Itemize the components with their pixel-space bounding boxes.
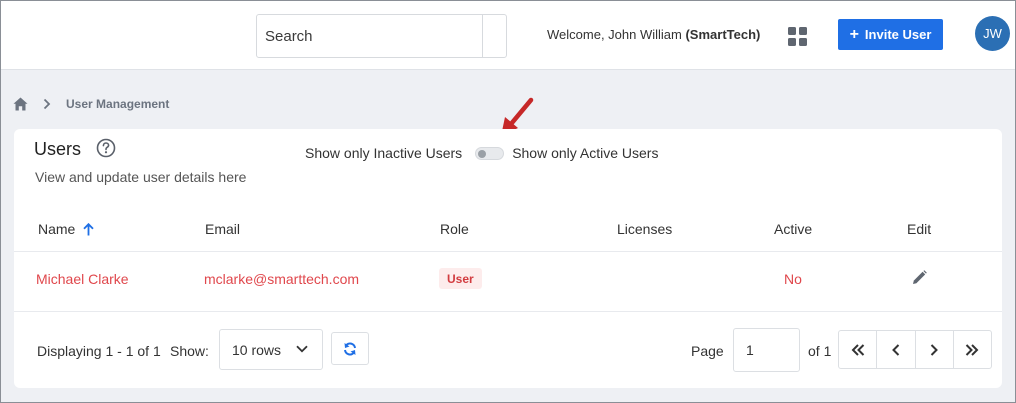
previous-page-button[interactable] — [877, 331, 916, 368]
table-footer-divider — [14, 311, 1002, 312]
chevron-right-icon — [43, 98, 51, 110]
displaying-count: Displaying 1 - 1 of 1 — [37, 343, 161, 359]
pagination-controls — [838, 330, 992, 369]
chevron-left-icon — [891, 343, 900, 356]
rows-per-page-select[interactable]: 10 rows — [219, 329, 323, 370]
column-header-active-label: Active — [774, 221, 813, 237]
edit-pencil-icon[interactable] — [912, 270, 927, 285]
cell-name[interactable]: Michael Clarke — [36, 271, 129, 287]
chevron-down-icon — [296, 345, 308, 353]
welcome-name: Welcome, John William — [547, 27, 686, 42]
invite-user-label: Invite User — [864, 27, 932, 42]
switch-knob — [478, 149, 487, 158]
refresh-icon — [343, 341, 357, 356]
table-header-divider — [14, 251, 1002, 252]
page-label: Page — [691, 343, 724, 359]
plus-icon: + — [849, 25, 859, 43]
column-header-active: Active — [774, 221, 812, 237]
column-header-licenses-label: Licenses — [617, 221, 673, 237]
column-header-email-label: Email — [205, 221, 241, 237]
avatar-initials: JW — [983, 26, 1002, 41]
column-header-role: Role — [440, 221, 469, 237]
avatar[interactable]: JW — [975, 16, 1010, 51]
column-header-licenses: Licenses — [617, 221, 672, 237]
top-bar: Welcome, John William (SmartTech) + Invi… — [1, 1, 1015, 70]
chevrons-right-icon — [965, 343, 979, 356]
column-header-role-label: Role — [440, 221, 469, 237]
users-card: Users View and update user details here … — [14, 129, 1002, 388]
cell-email: mclarke@smarttech.com — [204, 271, 360, 287]
column-header-name[interactable]: Name — [38, 221, 95, 237]
page-subtitle: View and update user details here — [35, 169, 247, 185]
role-badge: User — [439, 268, 482, 289]
toggle-right-label: Show only Active Users — [512, 145, 659, 161]
help-icon[interactable] — [96, 138, 116, 158]
next-page-button[interactable] — [916, 331, 954, 368]
column-header-name-label: Name — [38, 221, 76, 237]
search-input[interactable] — [257, 15, 483, 57]
chevron-right-icon — [930, 343, 939, 356]
grid-icon[interactable] — [788, 27, 807, 46]
first-page-button[interactable] — [839, 331, 878, 368]
breadcrumb: User Management — [13, 96, 169, 112]
welcome-org: (SmartTech) — [685, 27, 761, 42]
active-filter-toggle-row: Show only Inactive Users Show only Activ… — [305, 144, 658, 162]
search-box[interactable] — [256, 14, 507, 58]
breadcrumb-current: User Management — [66, 97, 170, 111]
sort-ascending-icon[interactable] — [83, 222, 95, 236]
search-divider — [482, 15, 483, 57]
active-filter-switch[interactable] — [475, 146, 505, 160]
last-page-button[interactable] — [954, 331, 991, 368]
home-icon[interactable] — [13, 97, 28, 111]
page-total: of 1 — [808, 343, 832, 359]
page-title: Users — [34, 139, 82, 159]
welcome-text: Welcome, John William (SmartTech) — [547, 27, 760, 42]
chevrons-left-icon — [851, 343, 865, 356]
page-number-input[interactable] — [733, 328, 800, 372]
refresh-button[interactable] — [331, 332, 369, 365]
column-header-edit: Edit — [907, 221, 931, 237]
toggle-left-label: Show only Inactive Users — [305, 145, 463, 161]
cell-active: No — [784, 271, 802, 287]
show-label: Show: — [170, 343, 209, 359]
column-header-email: Email — [205, 221, 240, 237]
column-header-edit-label: Edit — [907, 221, 932, 237]
invite-user-button[interactable]: + Invite User — [838, 19, 943, 50]
rows-per-page-value: 10 rows — [232, 341, 282, 358]
